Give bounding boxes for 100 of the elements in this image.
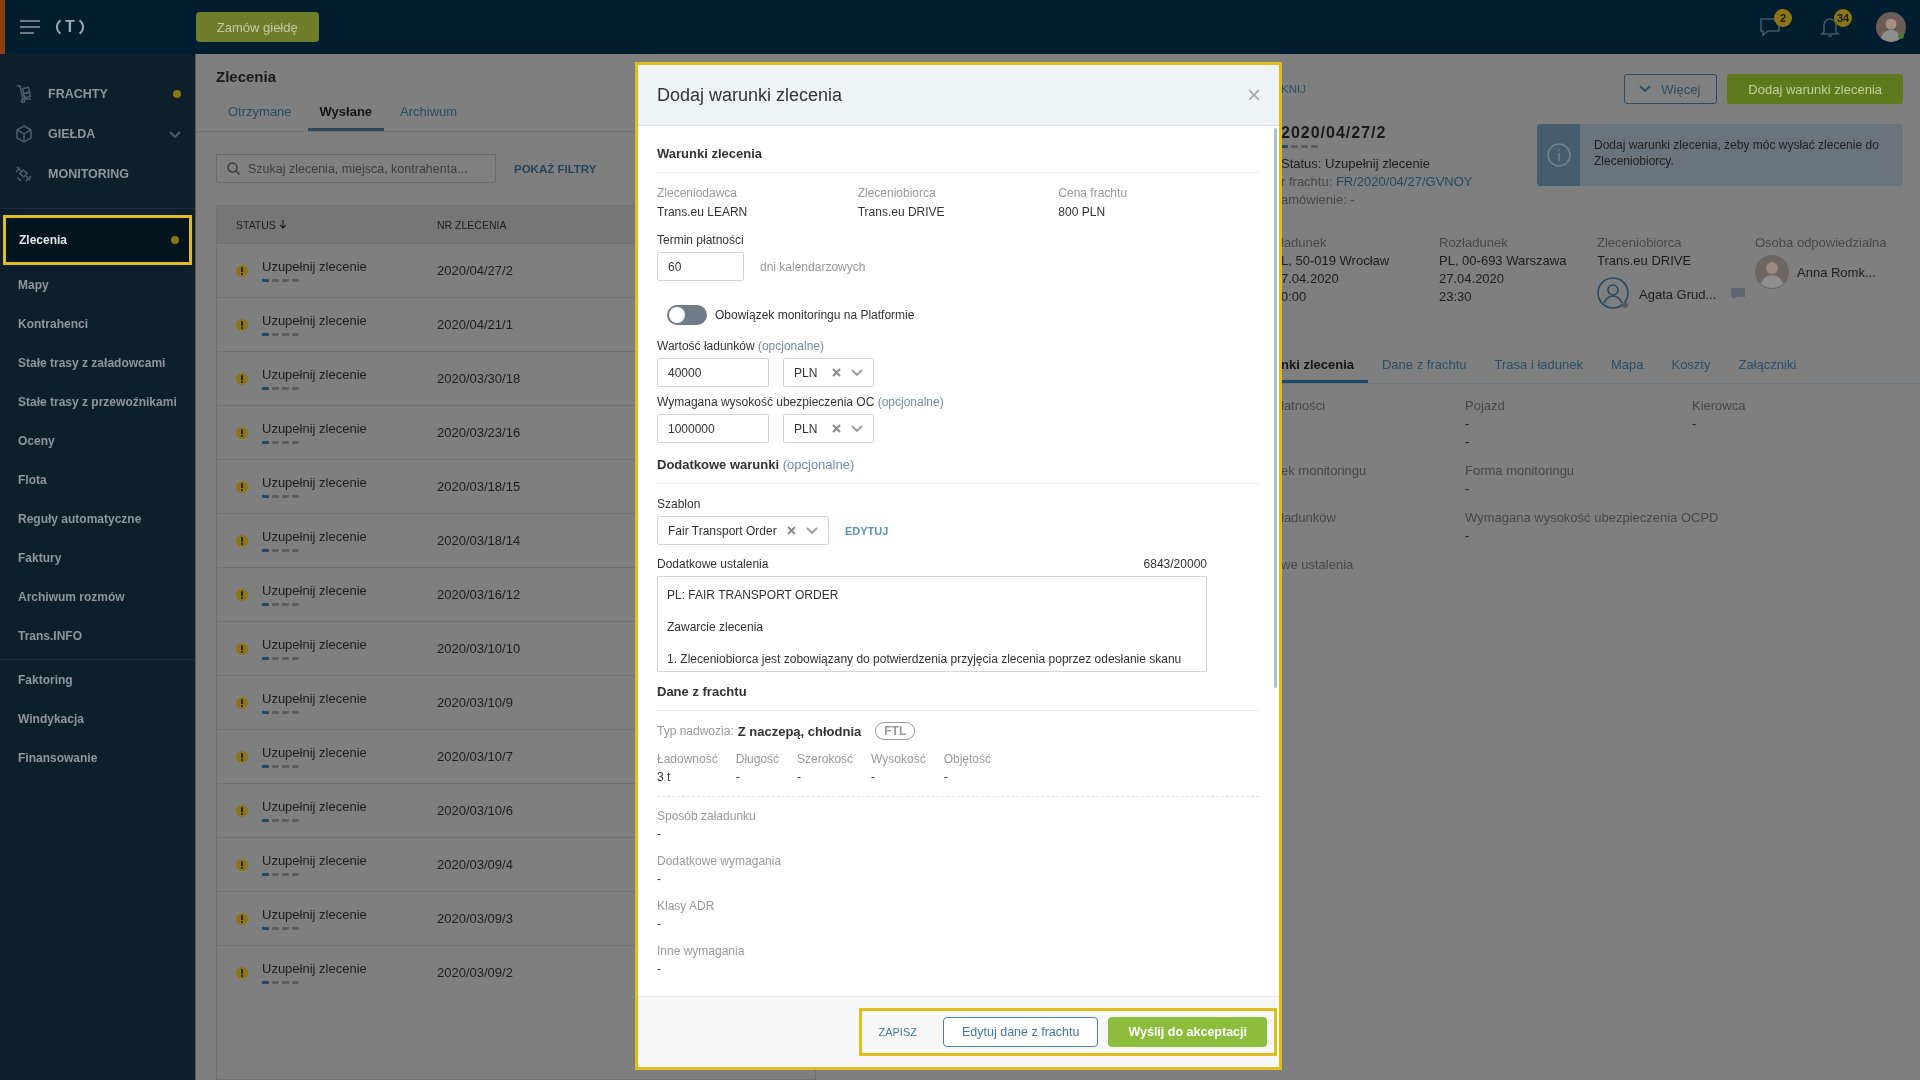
status-text: Uzupełnij zlecenie [262, 258, 367, 274]
nav-item[interactable]: Trans.INFO [0, 616, 195, 655]
status-text: Uzupełnij zlecenie [262, 582, 367, 598]
field-label: Klasy ADR [657, 899, 716, 913]
nav-item[interactable]: Stałe trasy z załadowcami [0, 343, 195, 382]
payment-term-field[interactable]: 60 [657, 252, 744, 281]
page-title: Zlecenia [216, 68, 278, 85]
warning-icon [236, 858, 248, 871]
field-value: 27.04.2020 [1439, 271, 1506, 286]
currency-select[interactable]: PLN [783, 414, 874, 443]
nav-item[interactable]: FRACHTY [48, 87, 108, 101]
warning-icon [236, 912, 248, 925]
field-label: Wymagana wysokość ubezpieczenia OCPD [1465, 510, 1719, 525]
amount-field[interactable]: 1000000 [657, 414, 769, 443]
order-number: 2020/03/10/10 [437, 641, 521, 656]
field-label: Długość [735, 752, 780, 766]
chevron-down-icon [851, 424, 863, 433]
nav-item[interactable]: Archiwum rozmów [0, 577, 195, 616]
tab[interactable]: Wysłane [307, 97, 385, 131]
template-select[interactable]: Fair Transport Order [657, 516, 829, 545]
column-header[interactable]: STATUS [236, 218, 276, 231]
add-terms-button[interactable]: Dodaj warunki zlecenia [1727, 74, 1903, 104]
character-counter: 6843/20000 [1143, 557, 1207, 571]
section-heading: Dane z frachtu [657, 682, 1259, 711]
field-label: łatności [1281, 398, 1327, 413]
scrollbar[interactable] [1274, 128, 1277, 688]
field-value: 800 PLN [1058, 205, 1107, 219]
field-label: Sposób załadunku [657, 809, 757, 823]
order-number: 2020/03/09/2 [437, 965, 513, 980]
status-text: Uzupełnij zlecenie [262, 474, 367, 490]
field-value: - [943, 770, 949, 784]
chevron-down-icon [1639, 85, 1652, 93]
status-text: Uzupełnij zlecenie [262, 528, 367, 544]
satellite-icon [14, 164, 34, 184]
field-value: - [657, 917, 662, 931]
clear-icon[interactable] [832, 424, 841, 433]
edit-freight-button[interactable]: Edytuj dane z frachtu [943, 1017, 1099, 1047]
nav-item[interactable]: Mapy [0, 265, 195, 304]
nav-item[interactable]: Finansowanie [0, 738, 195, 777]
status-text: Uzupełnij zlecenie [262, 312, 367, 328]
person-name: Agata Grud... [1639, 286, 1717, 302]
notification-badge: 34 [1834, 9, 1852, 27]
status-text: Uzupełnij zlecenie [262, 906, 367, 922]
warning-icon [236, 264, 248, 277]
order-number: 2020/03/16/12 [437, 587, 521, 602]
field-value: - [1465, 481, 1471, 496]
logo[interactable]: T [56, 16, 84, 38]
field-label: Dodatkowe wymagania [657, 854, 783, 868]
field-label: Termin płatności [657, 233, 745, 247]
edit-link[interactable]: EDYTUJ [845, 524, 889, 537]
status-text: Uzupełnij zlecenie [262, 690, 367, 706]
field-label: Szerokość [797, 752, 854, 766]
nav-item[interactable]: Windykacja [0, 699, 195, 738]
nav-item[interactable]: MONITORING [48, 167, 130, 181]
search-field[interactable]: Szukaj zlecenia, miejsca, kontrahenta... [216, 154, 496, 183]
order-number: 2020/03/09/3 [437, 911, 513, 926]
info-text: Dodaj warunki zlecenia, żeby móc wysłać zlecenie do Zleceniobiorcy. [1593, 137, 1880, 170]
chat-icon[interactable] [1759, 17, 1781, 37]
arrangements-textarea[interactable]: PL: FAIR TRANSPORT ORDER Zawarcie zlecenia 1. Zleceniobiorca jest zobowiązany do potwierdzenia przyjęcia zlecenia poprzez odesłanie skanu [657, 576, 1207, 672]
order-number: 2020/04/27/2 [437, 263, 513, 278]
nav-item[interactable]: Faktury [0, 538, 195, 577]
nav-item[interactable]: Faktoring [0, 660, 195, 699]
field-label: Dodatkowe ustalenia [657, 557, 769, 571]
order-number: 2020/03/10/9 [437, 695, 513, 710]
field-value: - [657, 827, 662, 841]
order-number: 2020/04/27/2 [1281, 124, 1388, 142]
field-value: - [871, 770, 877, 784]
clear-icon[interactable] [787, 526, 796, 535]
currency-select[interactable]: PLN [783, 358, 874, 387]
nav-item[interactable]: Stałe trasy z przewoźnikami [0, 382, 195, 421]
warning-icon [236, 534, 248, 547]
warning-icon [236, 588, 248, 601]
nav-item[interactable]: Oceny [0, 421, 195, 460]
toggle-switch[interactable] [667, 305, 707, 325]
status-text: Uzupełnij zlecenie [262, 366, 367, 382]
warning-icon [236, 642, 248, 655]
field-label: Inne wymagania [657, 944, 746, 958]
person-name: Anna Romk... [1797, 264, 1876, 280]
chevron-down-icon [851, 368, 863, 377]
status-text: Uzupełnij zlecenie [262, 744, 367, 760]
column-header[interactable]: NR ZLECENIA [437, 218, 507, 231]
nav-item[interactable]: Zlecenia [3, 215, 192, 265]
warning-icon [236, 696, 248, 709]
clear-icon[interactable] [832, 368, 841, 377]
nav-item[interactable]: GIEŁDA [48, 127, 96, 141]
status-text: Uzupełnij zlecenie [262, 636, 367, 652]
nav-item[interactable]: Reguły automatyczne [0, 499, 195, 538]
nav-item[interactable]: Flota [0, 460, 195, 499]
user-avatar[interactable] [1876, 12, 1906, 42]
save-button[interactable]: ZAPISZ [872, 1025, 923, 1039]
amount-field[interactable]: 40000 [657, 358, 769, 387]
nav-item[interactable]: Kontrahenci [0, 304, 195, 343]
warning-icon [236, 750, 248, 763]
field-value: - [735, 770, 741, 784]
field-value: Trans.eu LEARN [657, 205, 749, 219]
cube-icon [14, 124, 34, 144]
menu-icon[interactable] [20, 19, 40, 35]
field-label: Zleceniodawca [657, 186, 739, 200]
field-value: - [1465, 434, 1471, 449]
warning-icon [236, 804, 248, 817]
